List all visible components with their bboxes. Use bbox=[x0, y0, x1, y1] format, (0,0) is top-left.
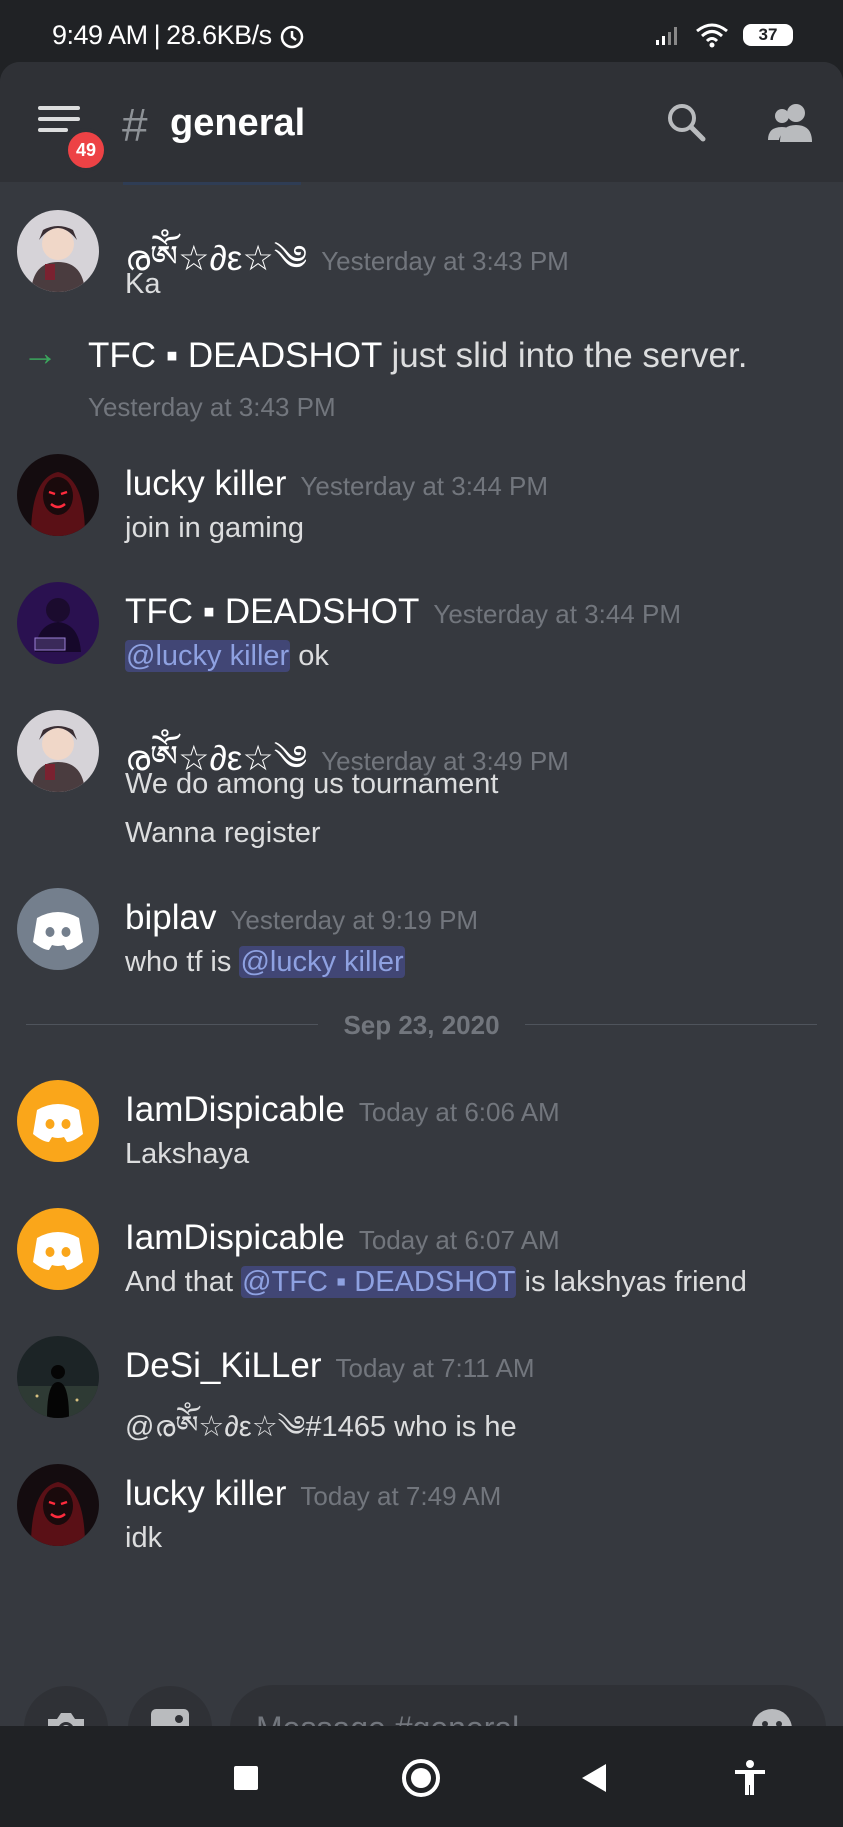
join-message: → TFC ▪ DEADSHOT just slid into the serv… bbox=[0, 332, 843, 428]
join-suffix: just slid into the server. bbox=[381, 336, 748, 375]
recents-icon[interactable] bbox=[224, 1756, 268, 1800]
emoji-icon[interactable] bbox=[750, 1707, 794, 1726]
message-text: Wanna register bbox=[125, 817, 321, 849]
message-item: IamDispicable Today at 6:06 AM Lakshaya bbox=[0, 1080, 843, 1180]
search-icon[interactable] bbox=[664, 100, 708, 144]
status-time: 9:49 AM bbox=[52, 20, 148, 50]
join-text: TFC ▪ DEADSHOT just slid into the server… bbox=[88, 336, 747, 376]
author-name: TFC ▪ DEADSHOT bbox=[125, 592, 420, 631]
author-name: IamDispicable bbox=[125, 1218, 345, 1257]
message-timestamp: Yesterday at 3:44 PM bbox=[433, 599, 681, 629]
status-bar: 9:49 AM | 28.6KB/s 37 bbox=[0, 0, 843, 62]
wifi-icon bbox=[696, 23, 728, 48]
channel-title: general bbox=[170, 102, 306, 144]
channel-header: 49 # general bbox=[0, 62, 843, 182]
avatar[interactable] bbox=[17, 210, 99, 292]
image-icon[interactable] bbox=[128, 1686, 212, 1726]
message-list[interactable]: രༀ☆∂ε⁣⁣⁣☆༄ Yesterday at 3:43 PM Ka → TFC … bbox=[0, 182, 843, 1622]
home-icon[interactable] bbox=[399, 1756, 443, 1800]
message-item: TFC ▪ DEADSHOT Yesterday at 3:44 PM @luck… bbox=[0, 582, 843, 682]
camera-icon[interactable] bbox=[24, 1686, 108, 1726]
message-author[interactable]: DeSi_KiLLer Today at 7:11 AM bbox=[125, 1346, 534, 1386]
back-icon[interactable] bbox=[572, 1756, 616, 1800]
date-divider: Sep 23, 2020 bbox=[26, 1010, 817, 1040]
message-item: lucky killer Yesterday at 3:44 PM join in… bbox=[0, 454, 843, 554]
message-text: @lucky killer ok bbox=[125, 640, 329, 673]
message-text: idk bbox=[125, 1522, 163, 1554]
message-timestamp: Yesterday at 3:44 PM bbox=[300, 471, 549, 501]
members-icon[interactable] bbox=[766, 100, 814, 144]
discord-app: 49 # general bbox=[0, 62, 843, 1726]
message-timestamp: Yesterday at 3:43 PM bbox=[88, 392, 336, 422]
battery-indicator: 37 bbox=[743, 24, 793, 46]
message-timestamp: Today at 7:49 AM bbox=[300, 1481, 502, 1511]
join-user[interactable]: TFC ▪ DEADSHOT bbox=[88, 336, 382, 375]
message-text-before: And that bbox=[125, 1266, 242, 1298]
message-timestamp: Yesterday at 9:19 PM bbox=[230, 905, 479, 935]
message-author[interactable]: biplav Yesterday at 9:19 PM bbox=[125, 898, 478, 938]
divider-rule bbox=[525, 1024, 817, 1025]
channel-hash-icon: # bbox=[122, 99, 148, 151]
message-text: join in gaming bbox=[125, 512, 304, 544]
message-author[interactable]: IamDispicable Today at 6:07 AM bbox=[125, 1218, 560, 1258]
message-author[interactable]: രༀ☆∂ε⁣⁣⁣☆༄ Yesterday at 3:43 PM bbox=[125, 220, 569, 318]
status-right: 37 bbox=[655, 22, 793, 48]
author-name: lucky killer bbox=[125, 464, 287, 503]
scroll-indicator bbox=[123, 182, 301, 185]
message-text: Ka bbox=[125, 268, 161, 300]
author-name: DeSi_KiLLer bbox=[125, 1346, 322, 1385]
avatar[interactable] bbox=[17, 454, 99, 536]
message-item: lucky killer Today at 7:49 AM idk bbox=[0, 1464, 843, 1564]
screen: 9:49 AM | 28.6KB/s 37 49 # general രༀ☆∂ε… bbox=[0, 0, 843, 1827]
author-name: IamDispicable bbox=[125, 1090, 345, 1129]
message-item: biplav Yesterday at 9:19 PM who tf is @lu… bbox=[0, 888, 843, 988]
message-text: Lakshaya bbox=[125, 1138, 250, 1170]
alarm-icon bbox=[280, 25, 303, 48]
user-mention[interactable]: @lucky killer bbox=[125, 640, 291, 672]
message-author[interactable]: lucky killer Yesterday at 3:44 PM bbox=[125, 464, 548, 504]
divider-date: Sep 23, 2020 bbox=[343, 1010, 500, 1040]
status-separator: | bbox=[153, 20, 161, 50]
avatar[interactable] bbox=[17, 710, 99, 792]
message-item: IamDispicable Today at 6:07 AM And that @… bbox=[0, 1208, 843, 1308]
status-left: 9:49 AM | 28.6KB/s bbox=[52, 20, 306, 51]
avatar[interactable] bbox=[17, 888, 99, 970]
status-speed: 28.6KB/s bbox=[166, 20, 272, 50]
message-timestamp: Today at 7:11 AM bbox=[335, 1353, 535, 1383]
unread-badge: 49 bbox=[64, 128, 108, 172]
message-author[interactable]: lucky killer Today at 7:49 AM bbox=[125, 1474, 501, 1514]
message-text: who tf is @lucky killer bbox=[125, 946, 405, 979]
avatar[interactable] bbox=[17, 1080, 99, 1162]
avatar[interactable] bbox=[17, 1336, 99, 1418]
signal-icon bbox=[656, 27, 677, 45]
avatar[interactable] bbox=[17, 1208, 99, 1290]
composer-bar bbox=[0, 1622, 843, 1726]
author-name: biplav bbox=[125, 898, 217, 937]
message-item: DeSi_KiLLer Today at 7:11 AM @രༀ☆∂ε⁣⁣⁣☆༄#… bbox=[0, 1336, 843, 1443]
arrow-right-icon: → bbox=[22, 332, 58, 373]
message-input[interactable] bbox=[230, 1685, 826, 1726]
message-item: രༀ☆∂ε⁣⁣⁣☆༄ Yesterday at 3:49 PM We do amo… bbox=[0, 710, 843, 850]
message-text-after: is lakshyas friend bbox=[516, 1266, 747, 1298]
message-text: And that @TFC ▪ DEADSHOT is lakshyas fri… bbox=[125, 1266, 747, 1299]
message-text-before: who tf is bbox=[125, 946, 240, 978]
accessibility-icon[interactable] bbox=[728, 1756, 772, 1800]
system-nav-bar bbox=[0, 1726, 843, 1827]
message-text-after: ok bbox=[290, 640, 329, 672]
avatar[interactable] bbox=[17, 1464, 99, 1546]
message-timestamp: Yesterday at 3:43 PM bbox=[321, 246, 569, 276]
message-author[interactable]: IamDispicable Today at 6:06 AM bbox=[125, 1090, 560, 1130]
message-timestamp: Today at 6:06 AM bbox=[358, 1097, 560, 1127]
author-name: lucky killer bbox=[125, 1474, 287, 1513]
message-timestamp: Today at 6:07 AM bbox=[358, 1225, 560, 1255]
message-text: We do among us tournament bbox=[125, 768, 499, 800]
message-item: രༀ☆∂ε⁣⁣⁣☆༄ Yesterday at 3:43 PM Ka bbox=[0, 210, 843, 310]
avatar[interactable] bbox=[17, 582, 99, 664]
user-mention[interactable]: @lucky killer bbox=[239, 946, 405, 978]
user-mention[interactable]: @TFC ▪ DEADSHOT bbox=[241, 1266, 517, 1298]
message-author[interactable]: TFC ▪ DEADSHOT Yesterday at 3:44 PM bbox=[125, 592, 681, 632]
